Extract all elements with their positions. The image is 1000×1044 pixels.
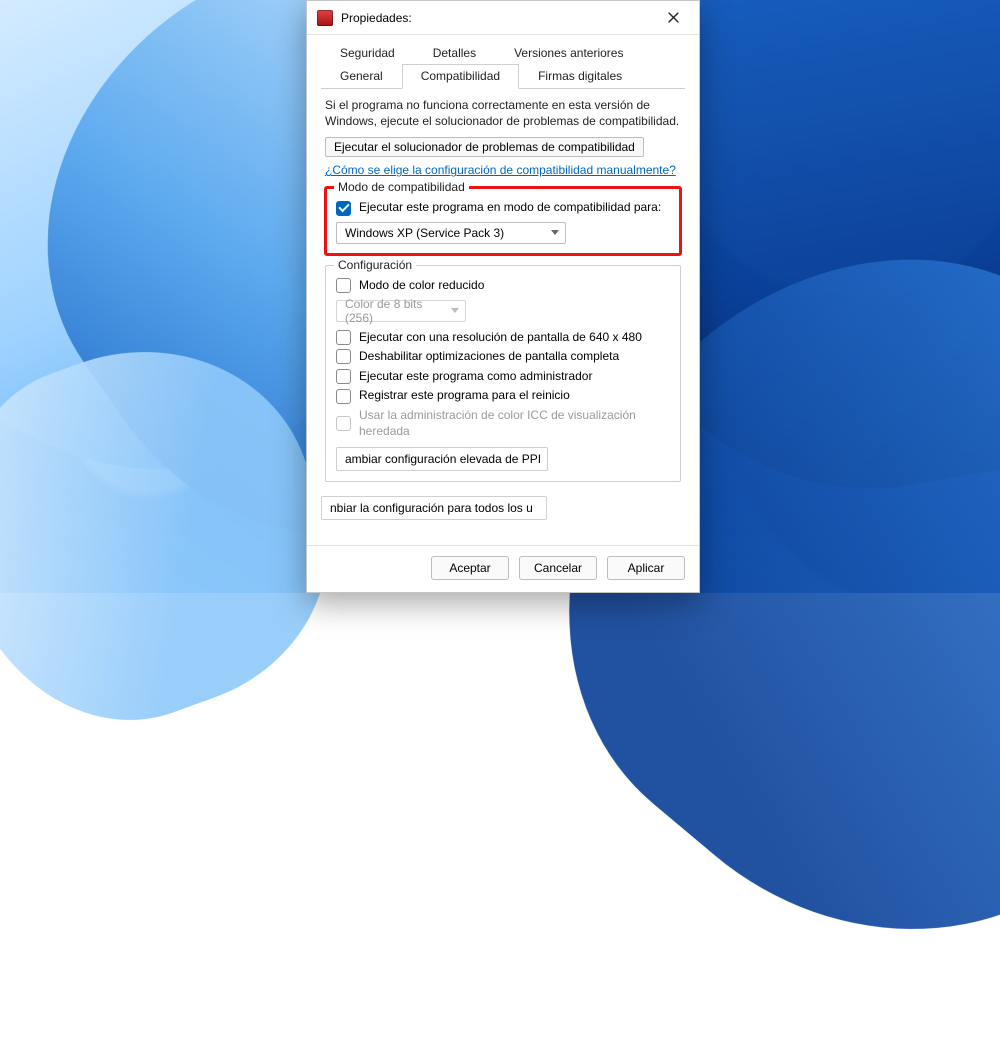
disable-fs-label: Deshabilitar optimizaciones de pantalla … (359, 349, 619, 365)
compat-mode-checkbox-label: Ejecutar este programa en modo de compat… (359, 200, 661, 216)
checkbox-icon (336, 416, 351, 431)
compat-mode-group: Modo de compatibilidad Ejecutar este pro… (325, 187, 681, 255)
run-admin-label: Ejecutar este programa como administrado… (359, 369, 592, 385)
ok-button[interactable]: Aceptar (431, 556, 509, 580)
chevron-down-icon (551, 230, 559, 235)
checkbox-icon (336, 349, 351, 364)
dialog-footer: Aceptar Cancelar Aplicar (307, 545, 699, 592)
disable-fs-checkbox[interactable]: Deshabilitar optimizaciones de pantalla … (336, 349, 670, 365)
window-title: Propiedades: (341, 11, 653, 25)
tab-general[interactable]: General (321, 64, 402, 89)
register-restart-checkbox[interactable]: Registrar este programa para el reinicio (336, 388, 670, 404)
tab-details[interactable]: Detalles (414, 41, 495, 65)
compat-description: Si el programa no funciona correctamente… (325, 97, 681, 129)
compat-mode-dropdown[interactable]: Windows XP (Service Pack 3) (336, 222, 566, 244)
reduced-color-dropdown: Color de 8 bits (256) (336, 300, 466, 322)
res640-label: Ejecutar con una resolución de pantalla … (359, 330, 642, 346)
change-dpi-button[interactable]: ambiar configuración elevada de PPI (336, 447, 548, 471)
tabstrip: Seguridad Detalles Versiones anteriores … (307, 35, 699, 89)
checkbox-icon (336, 369, 351, 384)
res640-checkbox[interactable]: Ejecutar con una resolución de pantalla … (336, 330, 670, 346)
checkbox-icon (336, 389, 351, 404)
app-icon (317, 10, 333, 26)
checkbox-icon (336, 201, 351, 216)
compat-mode-legend: Modo de compatibilidad (334, 180, 469, 194)
settings-legend: Configuración (334, 258, 416, 272)
tab-compatibility[interactable]: Compatibilidad (402, 64, 519, 89)
compat-mode-dropdown-value: Windows XP (Service Pack 3) (345, 226, 504, 240)
cancel-button[interactable]: Cancelar (519, 556, 597, 580)
run-admin-checkbox[interactable]: Ejecutar este programa como administrado… (336, 369, 670, 385)
close-button[interactable] (653, 4, 693, 32)
tab-previous[interactable]: Versiones anteriores (495, 41, 642, 65)
icc-checkbox[interactable]: Usar la administración de color ICC de v… (336, 408, 670, 439)
reduced-color-value: Color de 8 bits (256) (345, 297, 451, 325)
register-restart-label: Registrar este programa para el reinicio (359, 388, 570, 404)
reduced-color-label: Modo de color reducido (359, 278, 484, 294)
tab-body: Si el programa no funciona correctamente… (307, 89, 699, 545)
settings-group: Configuración Modo de color reducido Col… (325, 265, 681, 482)
tab-signatures[interactable]: Firmas digitales (519, 64, 641, 89)
manual-compat-link[interactable]: ¿Cómo se elige la configuración de compa… (325, 163, 676, 177)
tab-security[interactable]: Seguridad (321, 41, 414, 65)
checkbox-icon (336, 278, 351, 293)
checkbox-icon (336, 330, 351, 345)
compat-mode-checkbox[interactable]: Ejecutar este programa en modo de compat… (336, 200, 670, 216)
chevron-down-icon (451, 308, 459, 313)
close-icon (668, 12, 679, 23)
change-all-users-button[interactable]: nbiar la configuración para todos los u (321, 496, 547, 520)
apply-button[interactable]: Aplicar (607, 556, 685, 580)
titlebar[interactable]: Propiedades: (307, 1, 699, 35)
icc-label: Usar la administración de color ICC de v… (359, 408, 670, 439)
reduced-color-checkbox[interactable]: Modo de color reducido (336, 278, 670, 294)
properties-dialog: Propiedades: Seguridad Detalles Versione… (306, 0, 700, 593)
run-troubleshooter-button[interactable]: Ejecutar el solucionador de problemas de… (325, 137, 644, 157)
